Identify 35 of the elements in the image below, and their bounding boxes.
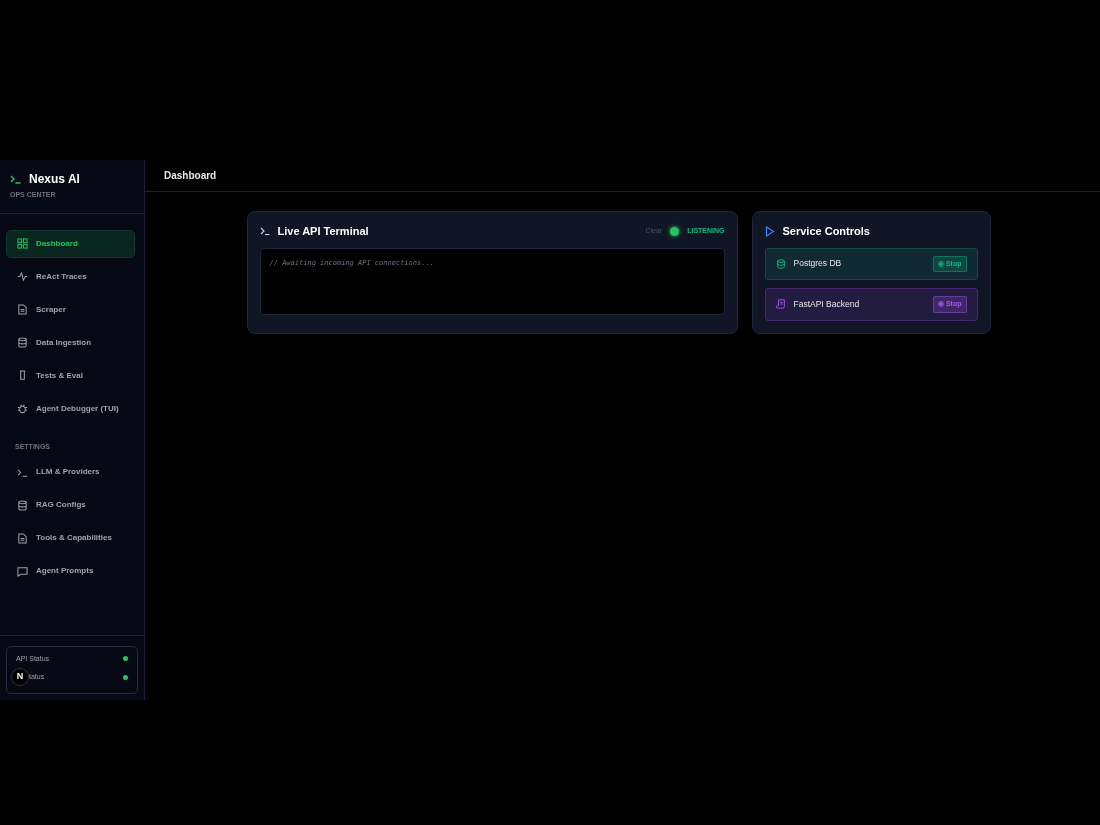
- nav-item[interactable]: ReAct Traces: [6, 262, 135, 291]
- nav-item[interactable]: RAG Configs: [6, 491, 135, 519]
- grid-icon: [17, 238, 28, 249]
- terminal-icon: [17, 466, 28, 478]
- play-icon: [764, 225, 775, 237]
- nav-item[interactable]: Agent Prompts: [6, 557, 135, 585]
- document-icon: [17, 304, 28, 315]
- nav-item[interactable]: LLM & Providers: [6, 458, 135, 486]
- service-name: FastAPI Backend: [793, 297, 860, 311]
- nav-item[interactable]: Tools & Capabilities: [6, 524, 135, 552]
- chat-icon: [17, 565, 28, 577]
- scroll-icon: [775, 299, 786, 310]
- stop-icon: [937, 260, 944, 267]
- bug-icon: [17, 403, 28, 414]
- listening-indicator-icon: [670, 226, 680, 236]
- database-icon: [775, 258, 786, 269]
- app-title: Nexus AI: [29, 171, 80, 188]
- stop-icon: [937, 301, 944, 308]
- service-name: Postgres DB: [793, 257, 842, 271]
- activity-icon: [17, 271, 28, 282]
- avatar[interactable]: N: [11, 668, 29, 686]
- document-icon: [17, 532, 28, 544]
- nav-item[interactable]: Dashboard: [6, 229, 135, 258]
- nav-item[interactable]: Data Ingestion: [6, 328, 135, 357]
- terminal-icon: [259, 227, 270, 236]
- nav-item[interactable]: Scraper: [6, 295, 135, 324]
- nav-item[interactable]: Agent Debugger (TUI): [6, 394, 135, 423]
- terminal-icon: [10, 174, 21, 184]
- panel-title: Service Controls: [782, 224, 870, 239]
- nav-item[interactable]: Tests & Eval: [6, 361, 135, 390]
- database-icon: [17, 337, 28, 348]
- panel-title: Live API Terminal: [277, 224, 369, 239]
- page-title: Dashboard: [164, 169, 217, 183]
- database-icon: [17, 499, 28, 511]
- beaker-icon: [17, 370, 28, 381]
